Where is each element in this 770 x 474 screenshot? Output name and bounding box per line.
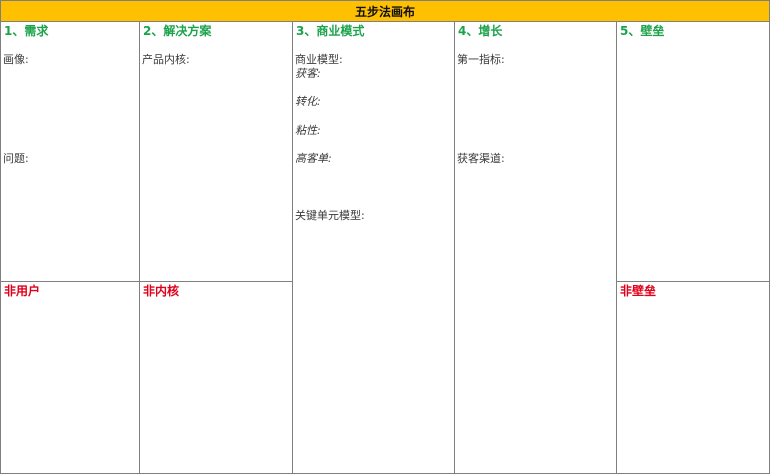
label-conversion: 转化: — [295, 95, 321, 108]
heading-needs: 1、需求 — [4, 24, 49, 38]
cell-non-users: 非用户 — [0, 281, 140, 474]
heading-non-moat: 非壁垒 — [620, 284, 657, 298]
heading-solution: 2、解决方案 — [143, 24, 212, 38]
label-problem: 问题: — [3, 152, 29, 165]
label-acquisition-channels: 获客渠道: — [457, 152, 505, 165]
label-product-core: 产品内核: — [142, 53, 190, 66]
heading-moat: 5、壁垒 — [620, 24, 665, 38]
cell-needs: 1、需求 画像: 问题: — [0, 21, 140, 282]
label-key-unit-model: 关键单元模型: — [295, 209, 365, 222]
cell-business-model: 3、商业模式 商业模型: 获客: 转化: 粘性: 高客单: 关键单元模型: — [292, 21, 455, 474]
canvas-title: 五步法画布 — [354, 4, 415, 19]
cell-moat: 5、壁垒 — [616, 21, 770, 282]
five-step-canvas: 五步法画布 1、需求 画像: 问题: 非用户 2、解决方案 产品内核: 非内核 … — [0, 0, 770, 474]
heading-growth: 4、增长 — [458, 24, 503, 38]
heading-non-users: 非用户 — [4, 284, 41, 298]
label-business-model: 商业模型: — [295, 53, 343, 66]
canvas-title-bar: 五步法画布 — [0, 0, 770, 22]
cell-non-moat: 非壁垒 — [616, 281, 770, 474]
label-persona: 画像: — [3, 53, 29, 66]
label-stickiness: 粘性: — [295, 124, 321, 137]
heading-non-core: 非内核 — [143, 284, 180, 298]
cell-solution: 2、解决方案 产品内核: — [139, 21, 293, 282]
label-acquisition: 获客: — [295, 67, 321, 80]
cell-non-core: 非内核 — [139, 281, 293, 474]
label-north-star-metric: 第一指标: — [457, 53, 505, 66]
heading-business-model: 3、商业模式 — [296, 24, 365, 38]
label-high-ticket: 高客单: — [295, 152, 332, 165]
cell-growth: 4、增长 第一指标: 获客渠道: — [454, 21, 617, 474]
